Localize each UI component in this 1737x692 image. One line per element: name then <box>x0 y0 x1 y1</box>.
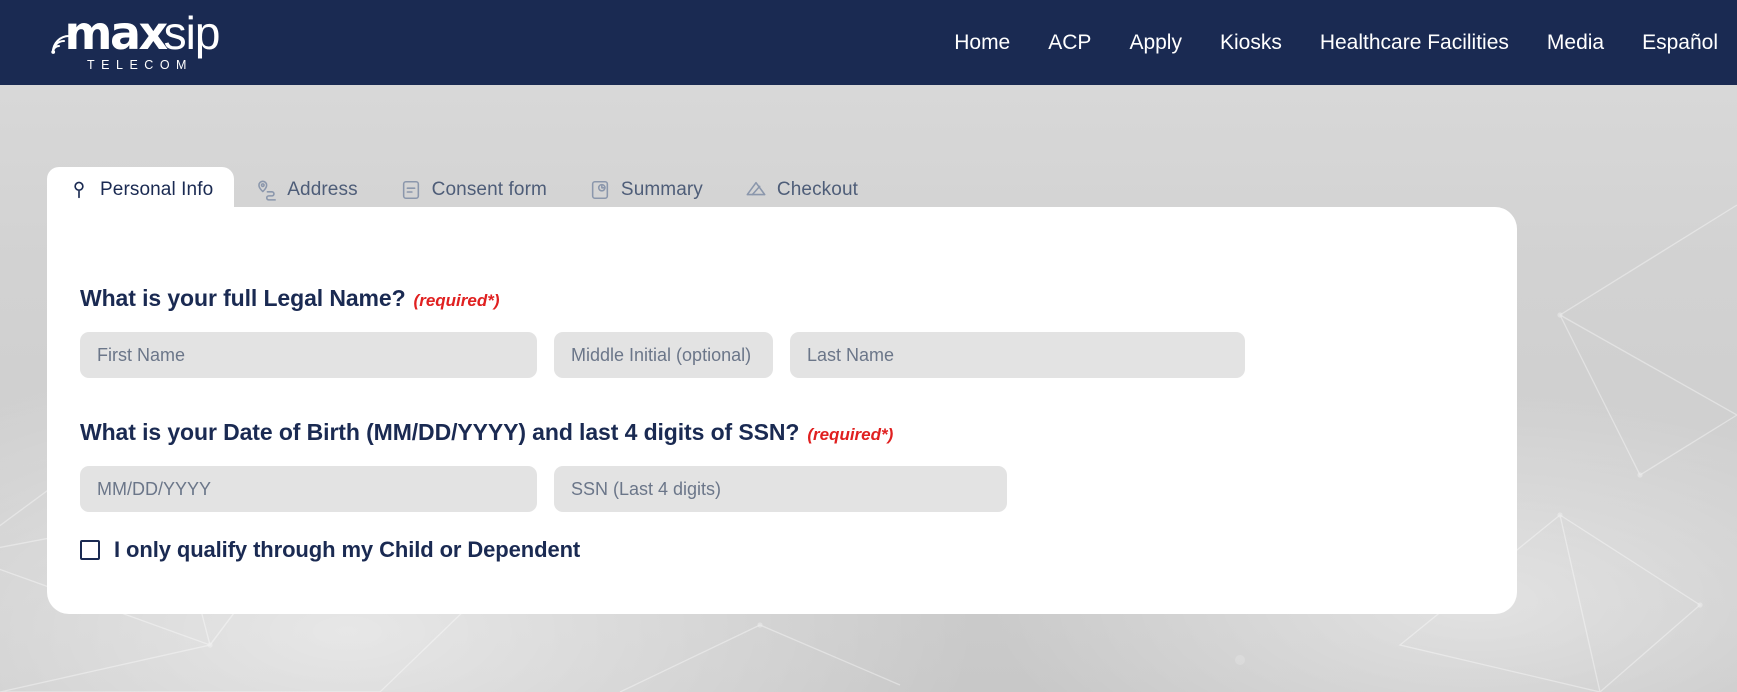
tab-address[interactable]: Address <box>234 167 378 212</box>
middle-initial-input[interactable] <box>554 332 773 378</box>
tab-label-personal-info: Personal Info <box>100 179 213 201</box>
nav-item-kiosks[interactable]: Kiosks <box>1201 0 1301 85</box>
tab-label-checkout: Checkout <box>777 179 858 201</box>
site-header: max sip TELECOM Home ACP Apply Kiosks He… <box>0 0 1737 85</box>
signal-wave-icon <box>50 32 70 54</box>
nav-item-espanol[interactable]: Español <box>1623 0 1737 85</box>
main-navigation: Home ACP Apply Kiosks Healthcare Facilit… <box>935 0 1737 85</box>
personal-info-form-card: What is your full Legal Name? (required*… <box>47 207 1517 614</box>
brand-name-secondary: sip <box>164 10 220 56</box>
tab-checkout[interactable]: Checkout <box>724 167 879 212</box>
nav-item-apply[interactable]: Apply <box>1110 0 1201 85</box>
first-name-input[interactable] <box>80 332 537 378</box>
nav-item-home[interactable]: Home <box>935 0 1029 85</box>
question-dob-ssn: What is your Date of Birth (MM/DD/YYYY) … <box>80 419 893 446</box>
person-icon <box>68 179 90 201</box>
nav-item-media[interactable]: Media <box>1528 0 1623 85</box>
nav-item-acp[interactable]: ACP <box>1029 0 1110 85</box>
tab-personal-info[interactable]: Personal Info <box>47 167 234 212</box>
question-text-dob-ssn: What is your Date of Birth (MM/DD/YYYY) … <box>80 419 799 446</box>
tab-label-summary: Summary <box>621 179 703 201</box>
required-note-dob-ssn: (required*) <box>807 425 893 445</box>
ssn-last4-input[interactable] <box>554 466 1007 512</box>
tab-summary[interactable]: Summary <box>568 167 724 212</box>
enrollment-step-tabs: Personal Info Address Consent form <box>47 167 879 212</box>
tab-consent-form[interactable]: Consent form <box>379 167 568 212</box>
child-dependent-checkbox-label: I only qualify through my Child or Depen… <box>114 537 580 563</box>
document-icon <box>400 179 422 201</box>
clipboard-icon <box>589 179 611 201</box>
tab-label-address: Address <box>287 179 357 201</box>
map-pin-icon <box>255 179 277 201</box>
child-dependent-checkbox-row[interactable]: I only qualify through my Child or Depen… <box>80 537 580 563</box>
page-root: max sip TELECOM Home ACP Apply Kiosks He… <box>0 0 1737 692</box>
question-text-full-legal-name: What is your full Legal Name? <box>80 285 406 312</box>
date-of-birth-input[interactable] <box>80 466 537 512</box>
brand-tagline: TELECOM <box>79 58 193 72</box>
child-dependent-checkbox[interactable] <box>80 540 100 560</box>
required-note-full-legal-name: (required*) <box>414 291 500 311</box>
tab-label-consent-form: Consent form <box>432 179 547 201</box>
question-full-legal-name: What is your full Legal Name? (required*… <box>80 285 500 312</box>
last-name-input[interactable] <box>790 332 1245 378</box>
brand-logo[interactable]: max sip TELECOM <box>36 8 236 74</box>
package-icon <box>745 179 767 201</box>
brand-wordmark: max sip <box>53 10 220 56</box>
nav-item-healthcare-facilities[interactable]: Healthcare Facilities <box>1301 0 1528 85</box>
